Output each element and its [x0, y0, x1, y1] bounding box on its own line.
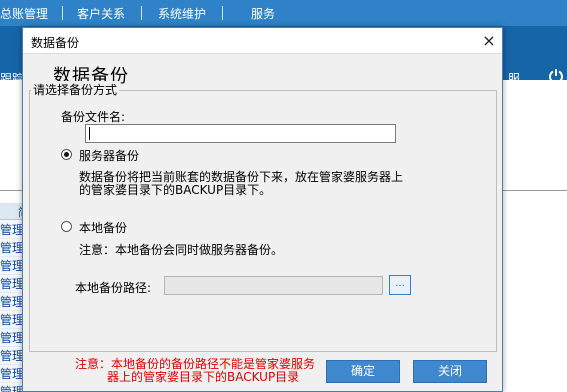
- backup-dialog: 数据备份 × 数据备份 请选择备份方式 备份文件名: 服务器备份 数据备份将把当…: [22, 27, 503, 392]
- menu-customer-relations[interactable]: 客户关系: [77, 5, 125, 22]
- local-backup-label[interactable]: 本地备份: [79, 219, 127, 236]
- nav-item-tracking[interactable]: 跟踪: [0, 70, 24, 87]
- filename-input[interactable]: [85, 124, 396, 143]
- menu-separator: [222, 6, 223, 20]
- local-path-input[interactable]: [164, 276, 383, 295]
- ok-button[interactable]: 确定: [326, 360, 400, 383]
- browse-button[interactable]: ...: [389, 275, 411, 295]
- menu-system-maintenance[interactable]: 系统维护: [158, 5, 206, 22]
- server-backup-description-2: 的管家婆目录下的BACKUP目录下。: [79, 183, 272, 197]
- text-caret: [89, 127, 90, 140]
- local-backup-radio[interactable]: [61, 221, 72, 232]
- menu-general-ledger[interactable]: 总账管理: [0, 5, 48, 22]
- close-button[interactable]: 关闭: [413, 360, 487, 383]
- menu-service[interactable]: 服务: [251, 5, 275, 22]
- close-icon[interactable]: ×: [479, 31, 499, 51]
- nav-item-service[interactable]: 服: [508, 70, 520, 87]
- server-backup-label[interactable]: 服务器备份: [79, 147, 139, 164]
- path-warning-line-2: 器上的管家婆目录下的BACKUP目录: [107, 370, 300, 384]
- menu-separator: [141, 6, 142, 20]
- power-icon[interactable]: [548, 68, 564, 84]
- dialog-titlebar[interactable]: 数据备份 ×: [23, 28, 502, 54]
- group-legend: 请选择备份方式: [31, 81, 120, 98]
- filename-label: 备份文件名:: [61, 110, 126, 124]
- path-warning: 注意：本地备份的备份路径不能是管家婆服务 器上的管家婆目录下的BACKUP目录: [75, 358, 325, 384]
- top-menu-bar: 总账管理 客户关系 系统维护 服务: [0, 0, 567, 26]
- local-backup-note: 注意：本地备份会同时做服务器备份。: [79, 243, 284, 257]
- menu-separator: [62, 6, 63, 20]
- server-backup-radio[interactable]: [61, 149, 72, 160]
- local-path-label: 本地备份路径:: [75, 281, 152, 295]
- dialog-title: 数据备份: [31, 36, 80, 50]
